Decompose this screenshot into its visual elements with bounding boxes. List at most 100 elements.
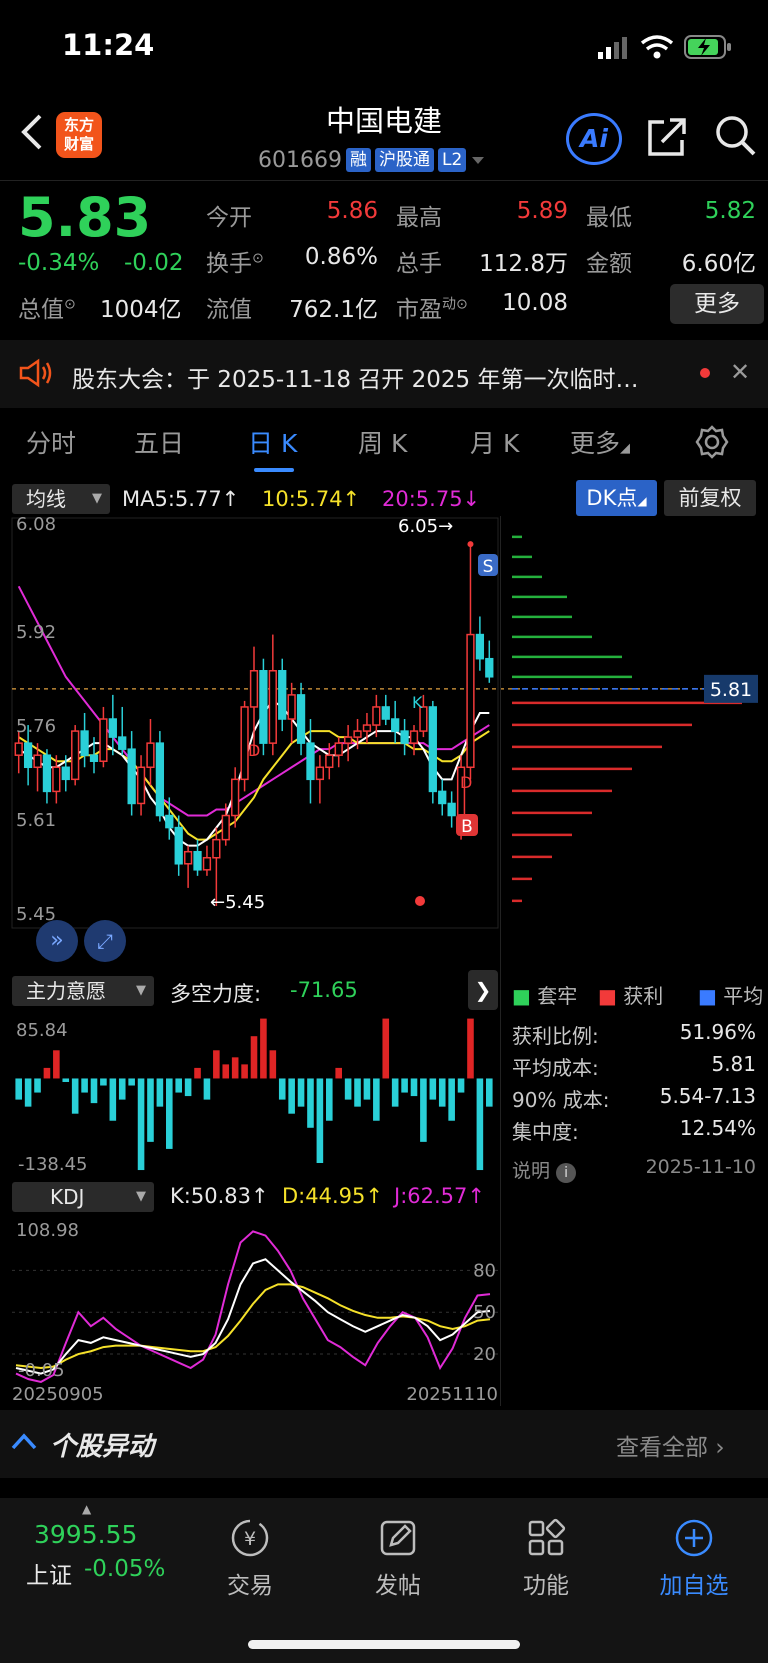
force-indicator-select[interactable]: 主力意愿 ▼: [12, 976, 154, 1006]
view-all-link[interactable]: 查看全部 ›: [616, 1428, 725, 1462]
expand-left-button[interactable]: »: [36, 920, 78, 962]
tab-daily-k[interactable]: 日 K: [248, 424, 297, 460]
tab-five-day[interactable]: 五日: [134, 424, 184, 460]
force-bar: [297, 1078, 305, 1107]
force-bar: [278, 1078, 286, 1100]
candle-body: [296, 694, 306, 744]
force-bar: [15, 1078, 22, 1100]
speaker-icon: [18, 358, 54, 392]
candle-body: [42, 754, 52, 793]
tab-weekly-k[interactable]: 周 K: [358, 424, 407, 460]
kdj-indicator-select[interactable]: KDJ ▼: [12, 1182, 154, 1212]
margin-tag: 融: [345, 148, 371, 172]
index-name[interactable]: 上证: [26, 1556, 72, 1590]
change-percent: -0.34%: [18, 250, 100, 276]
kdj-ref-80: 80: [473, 1260, 496, 1281]
force-bar: [109, 1078, 117, 1121]
legend-trapped: ■ 套牢: [512, 984, 578, 1008]
chevron-up-icon[interactable]: [10, 1428, 38, 1460]
fullscreen-button[interactable]: ⤢: [84, 920, 126, 962]
avg-cost-label: 平均成本:: [512, 1056, 599, 1080]
stock-code: 601669: [258, 147, 342, 173]
amount-label: 金额: [586, 251, 632, 277]
force-y-top: 85.84: [16, 1020, 68, 1041]
candle-body: [362, 724, 372, 732]
force-bar: [184, 1078, 192, 1097]
more-quote-button[interactable]: 更多: [670, 284, 764, 324]
nav-add-watchlist[interactable]: 加自选: [644, 1518, 744, 1600]
tab-monthly-k[interactable]: 月 K: [470, 424, 519, 460]
nav-functions[interactable]: 功能: [496, 1518, 596, 1600]
kdj-chart[interactable]: 108.98 -0.05 80 50 20 20250905 20251110: [0, 1216, 500, 1406]
yen-icon: ¥: [230, 1518, 270, 1558]
signal-icon: [596, 36, 632, 60]
divider: [0, 180, 768, 181]
candle-body: [438, 790, 447, 805]
candlestick-chart[interactable]: 5.81 6.085.925.765.615.456.05→←5.45KDDSB: [0, 516, 768, 968]
close-icon[interactable]: ✕: [730, 358, 750, 386]
candle-body: [146, 742, 155, 769]
settings-button[interactable]: [694, 424, 730, 464]
force-bar: [457, 1078, 465, 1093]
y-axis-tick: 5.76: [16, 716, 56, 737]
unread-dot: [700, 368, 710, 378]
indicator-select[interactable]: 均线 ▼: [12, 484, 110, 514]
force-bar: [34, 1078, 41, 1093]
candle-body: [278, 670, 287, 720]
candle-body: [108, 718, 117, 738]
announcement-text[interactable]: 股东大会：于 2025-11-18 召开 2025 年第一次临时…: [72, 360, 638, 394]
pe-label: 市盈动⊙: [396, 296, 468, 323]
force-bar: [354, 1078, 361, 1107]
candle-body: [155, 742, 165, 817]
chip-note-button[interactable]: 说明 i: [512, 1156, 577, 1183]
force-bar: [307, 1078, 314, 1128]
force-bar: [467, 1018, 474, 1079]
candle-body: [52, 766, 61, 793]
nav-trade[interactable]: ¥ 交易: [200, 1518, 300, 1600]
candle-body: [259, 670, 268, 744]
share-button[interactable]: [646, 116, 688, 162]
force-bar: [373, 1078, 380, 1121]
candle-body: [33, 754, 42, 769]
market-cap-value: 1004亿: [100, 297, 182, 323]
candle-body: [428, 706, 437, 793]
adjustment-button[interactable]: 前复权: [664, 480, 756, 516]
kdj-date-end: 20251110: [406, 1384, 498, 1405]
tab-underline: [254, 468, 294, 472]
candle-body: [391, 718, 400, 732]
candle-body: [80, 730, 89, 756]
nav-post[interactable]: 发帖: [348, 1518, 448, 1600]
ma5-label: MA5:5.77↑: [122, 487, 240, 511]
tab-more[interactable]: 更多◢: [570, 424, 630, 460]
force-bar: [166, 1078, 173, 1149]
kdj-k-line: [15, 1258, 491, 1375]
collapse-panel-button[interactable]: ❯: [468, 970, 498, 1010]
force-label: 多空力度:: [170, 982, 262, 1006]
tab-intraday[interactable]: 分时: [26, 424, 76, 460]
force-bar: [81, 1078, 88, 1093]
candle-body: [240, 706, 249, 781]
candle-body: [409, 730, 419, 744]
force-bar: [53, 1050, 60, 1079]
chip-date: 2025-11-10: [645, 1156, 756, 1178]
candle-body: [136, 766, 146, 805]
search-button[interactable]: [714, 114, 758, 162]
index-value[interactable]: 3995.55: [34, 1520, 137, 1549]
candle-body: [447, 802, 456, 817]
force-bar: [194, 1067, 201, 1079]
force-chart[interactable]: 85.84 -138.45: [0, 1012, 500, 1180]
force-bar: [269, 1050, 277, 1079]
force-bar: [260, 1018, 267, 1079]
force-bar: [222, 1064, 230, 1079]
dk-point-button[interactable]: DK点◢: [576, 480, 657, 516]
connect-tag: 沪股通: [374, 148, 434, 172]
stock-code-row[interactable]: 601669 融 沪股通 L2: [258, 146, 486, 174]
avg-cost-value: 5.81: [711, 1052, 756, 1076]
wifi-icon: [640, 34, 674, 60]
expand-up-icon[interactable]: ▲: [82, 1502, 91, 1516]
kdj-date-start: 20250905: [12, 1384, 104, 1405]
float-cap-label: 流值: [206, 297, 252, 323]
ai-button[interactable]: Ai: [566, 113, 622, 165]
index-change[interactable]: -0.05%: [84, 1556, 165, 1582]
force-bar: [363, 1078, 371, 1100]
